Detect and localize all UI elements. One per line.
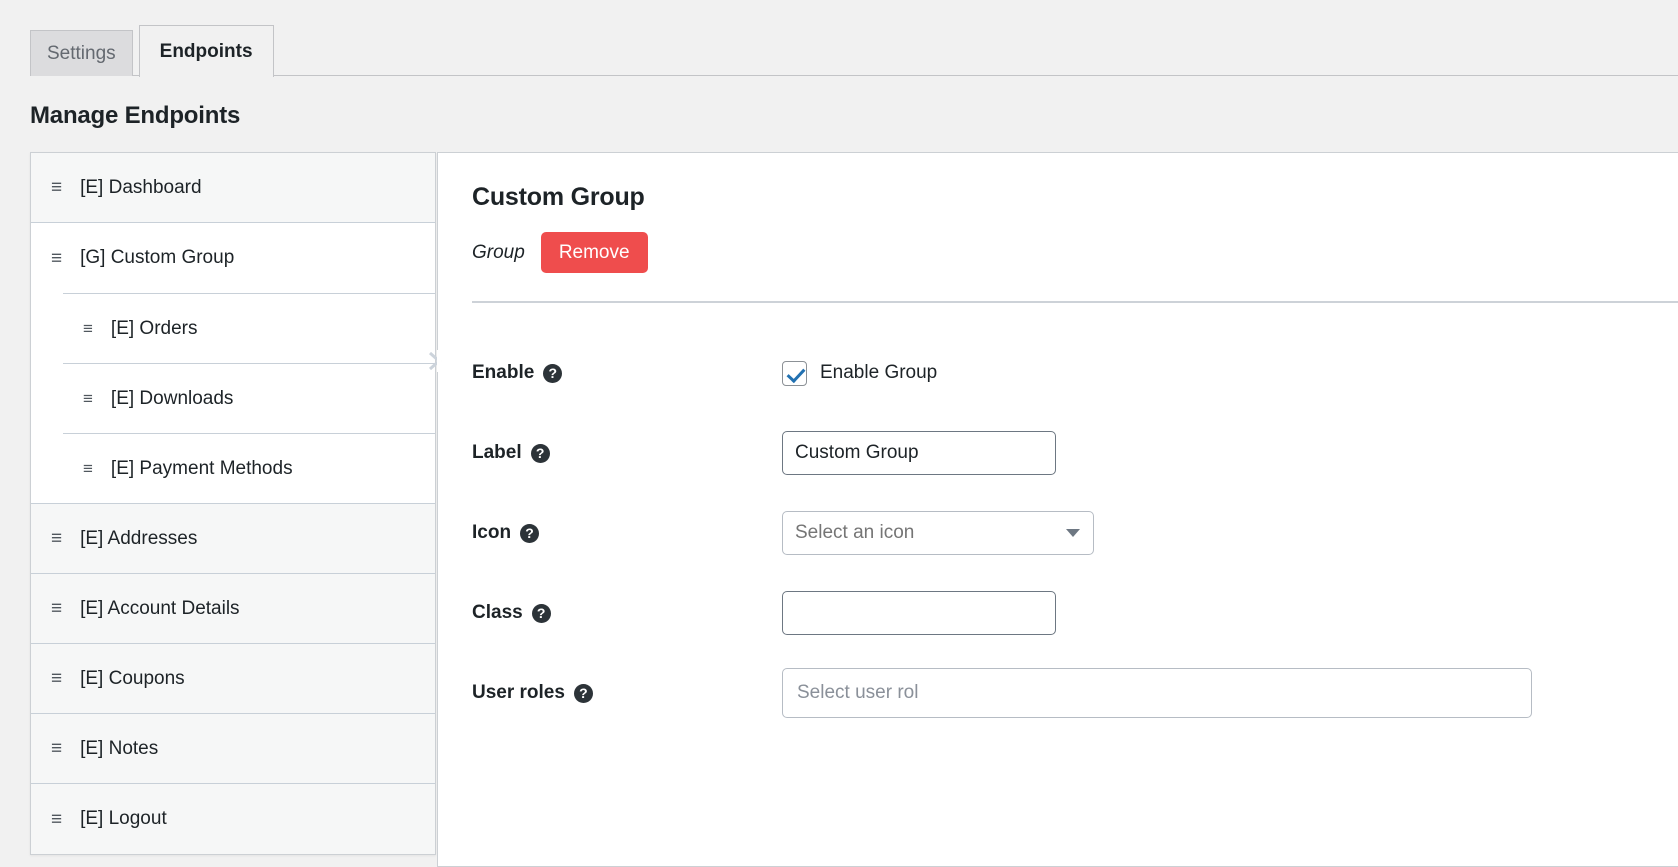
endpoint-list: ≡ [E] Dashboard ≡ [G] Custom Group ≡ [E]… [30,152,436,855]
question-mark-icon[interactable]: ? [520,523,540,543]
endpoint-row-orders[interactable]: ≡ [E] Orders [63,293,435,363]
class-input[interactable] [782,591,1056,635]
field-label-class: Class ? [472,602,782,624]
icon-select[interactable] [782,511,1094,555]
endpoint-children: ≡ [E] Orders ≡ [E] Downloads ≡ [E] Payme… [31,293,435,504]
endpoint-row-account-details[interactable]: ≡ [E] Account Details [31,574,435,644]
icon-select-wrapper [782,511,1094,555]
checkmark-icon[interactable] [782,360,807,386]
endpoint-row-addresses[interactable]: ≡ [E] Addresses [31,504,435,574]
field-label-user-roles: User roles ? [472,682,782,704]
enable-group-checkbox[interactable]: Enable Group [782,360,938,386]
endpoint-row-label: [E] Payment Methods [110,457,293,479]
field-control-icon [782,511,1094,555]
panel-title: Custom Group [472,183,645,211]
endpoint-row-label: [E] Account Details [80,597,240,619]
enable-group-checkbox-label: Enable Group [820,362,938,383]
endpoint-row-label: [E] Orders [110,317,198,339]
endpoint-row-label: [G] Custom Group [80,247,235,268]
drag-handle-icon[interactable]: ≡ [51,249,62,268]
tab-settings-label: Settings [47,43,116,64]
endpoint-row-downloads[interactable]: ≡ [E] Downloads [63,363,435,433]
form-row-enable: Enable ? Enable Group [472,333,1678,413]
question-mark-icon[interactable]: ? [543,363,563,383]
field-label-text: Enable [472,362,535,383]
form-row-label: Label ? [472,413,1678,493]
endpoint-row-custom-group[interactable]: ≡ [G] Custom Group [31,223,435,293]
field-label-text: Class [472,602,523,623]
drag-handle-icon[interactable]: ≡ [83,390,93,407]
drag-handle-icon[interactable]: ≡ [51,178,62,197]
field-control-class [782,591,1056,635]
tab-settings[interactable]: Settings [30,30,133,76]
endpoint-row-label: [E] Coupons [80,667,185,689]
user-roles-input[interactable] [782,668,1532,718]
page-title: Manage Endpoints [30,102,241,129]
tab-endpoints[interactable]: Endpoints [138,25,274,77]
form-row-icon: Icon ? [472,493,1678,573]
field-control-label [782,431,1056,475]
panel-divider [472,301,1678,303]
endpoint-detail-panel: Custom Group Group Remove Enable ? Enabl… [429,152,1678,867]
drag-handle-icon[interactable]: ≡ [83,320,93,337]
remove-button[interactable]: Remove [540,232,648,273]
endpoint-row-label: [E] Downloads [110,387,234,409]
drag-handle-icon[interactable]: ≡ [51,599,62,618]
drag-handle-icon[interactable]: ≡ [51,810,62,829]
form-row-user-roles: User roles ? [472,653,1678,733]
question-mark-icon[interactable]: ? [530,443,550,463]
endpoint-row-logout[interactable]: ≡ [E] Logout [31,784,435,854]
tab-endpoints-label: Endpoints [159,41,253,62]
question-mark-icon[interactable]: ? [531,603,551,623]
field-control-enable: Enable Group [782,360,938,386]
content-area: ≡ [E] Dashboard ≡ [G] Custom Group ≡ [E]… [0,152,1678,867]
panel-subheader: Group Remove [472,232,1678,273]
field-label-text: User roles [472,682,565,703]
drag-handle-icon[interactable]: ≡ [51,669,62,688]
field-label-icon: Icon ? [472,522,782,544]
endpoint-row-label: [E] Dashboard [80,176,202,198]
endpoint-row-label: [E] Addresses [80,527,198,549]
field-label-label: Label ? [472,442,782,464]
drag-handle-icon[interactable]: ≡ [51,739,62,758]
tab-bar: Settings Endpoints [0,0,1678,77]
label-input[interactable] [782,431,1056,475]
endpoint-row-notes[interactable]: ≡ [E] Notes [31,714,435,784]
field-label-enable: Enable ? [472,362,782,384]
endpoint-row-payment-methods[interactable]: ≡ [E] Payment Methods [63,433,435,503]
drag-handle-icon[interactable]: ≡ [51,529,62,548]
panel-type-label: Group [472,241,525,263]
drag-handle-icon[interactable]: ≡ [83,460,93,477]
field-label-text: Label [472,442,522,463]
endpoint-row-label: [E] Notes [80,737,159,759]
field-control-user-roles [782,668,1532,718]
endpoint-row-label: [E] Logout [80,808,167,829]
endpoint-row-dashboard[interactable]: ≡ [E] Dashboard [31,153,435,223]
endpoint-row-coupons[interactable]: ≡ [E] Coupons [31,644,435,714]
question-mark-icon[interactable]: ? [573,683,593,703]
field-label-text: Icon [472,522,512,543]
form-row-class: Class ? [472,573,1678,653]
